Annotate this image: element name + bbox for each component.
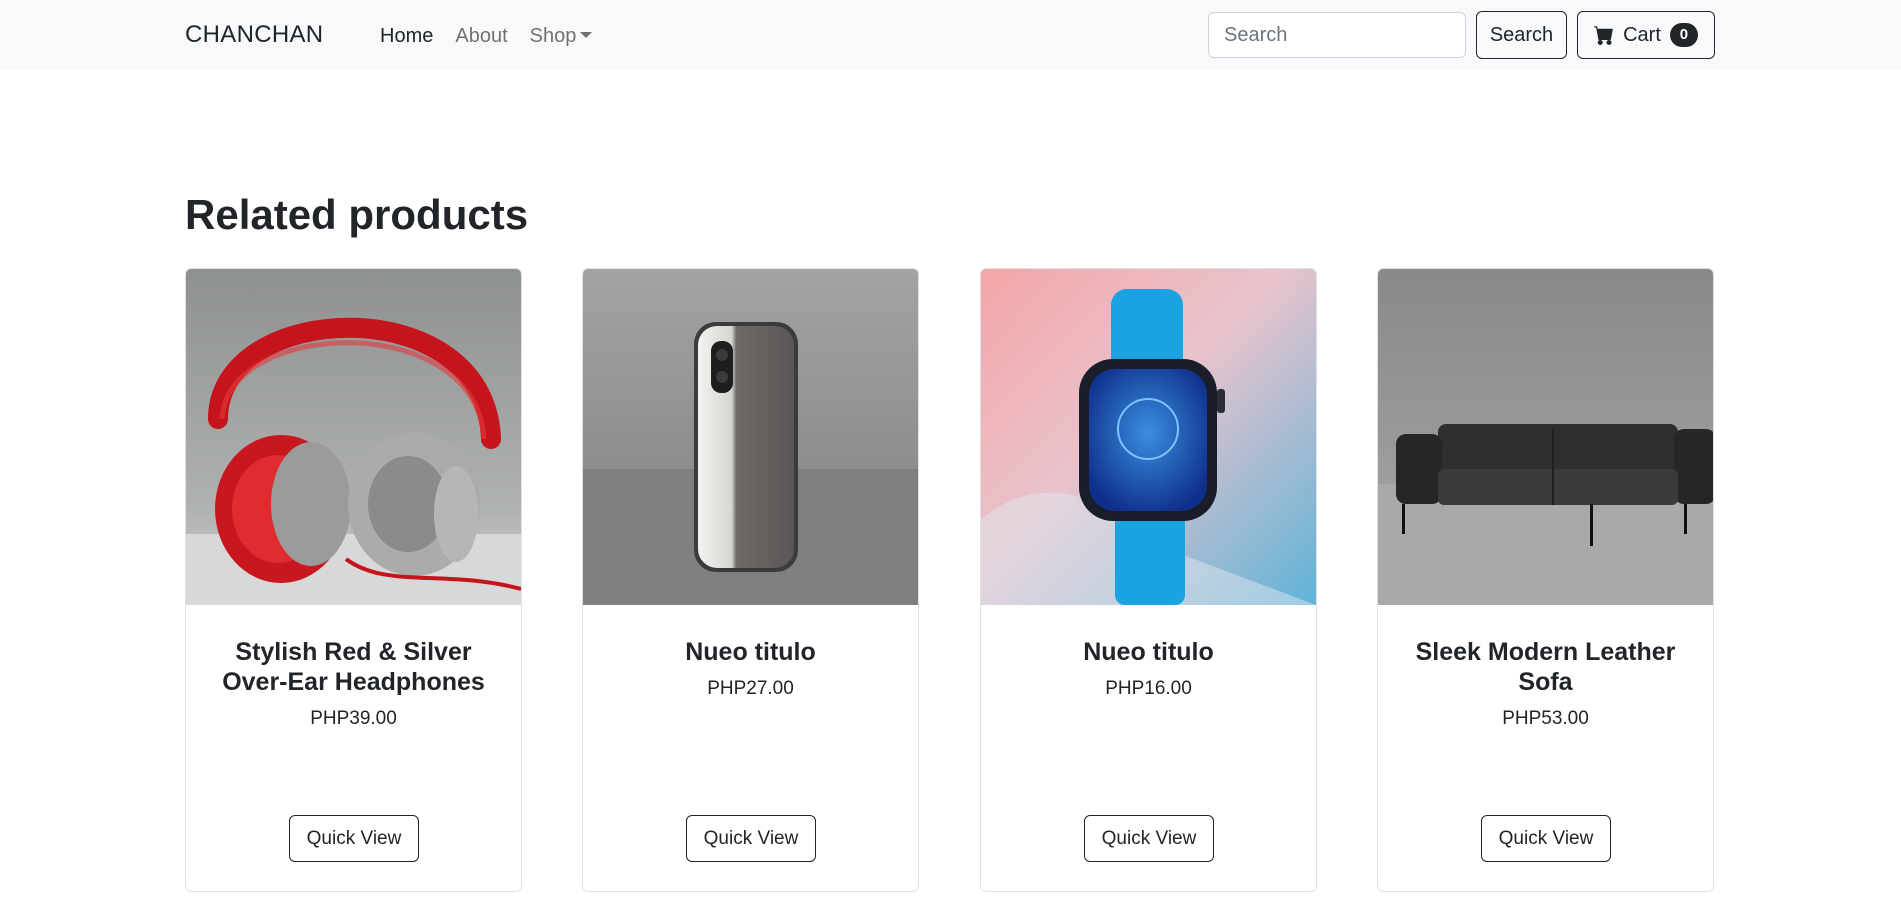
product-image-headphones[interactable] <box>186 269 521 605</box>
product-price: PHP53.00 <box>1502 708 1589 729</box>
nav-home[interactable]: Home <box>380 22 433 50</box>
quick-view-button[interactable]: Quick View <box>289 815 419 862</box>
product-title[interactable]: Nueo titulo <box>1001 637 1296 667</box>
product-price: PHP27.00 <box>707 678 794 699</box>
product-image-sofa[interactable] <box>1378 269 1713 605</box>
quick-view-button[interactable]: Quick View <box>686 815 816 862</box>
nav-about[interactable]: About <box>455 22 507 50</box>
quick-view-button[interactable]: Quick View <box>1084 815 1214 862</box>
product-card: Sleek Modern Leather Sofa PHP53.00 Quick… <box>1377 268 1714 892</box>
product-card: Nueo titulo PHP16.00 Quick View <box>980 268 1317 892</box>
brand-logo[interactable]: CHANCHAN <box>185 20 323 50</box>
card-body: Sleek Modern Leather Sofa PHP53.00 <box>1378 605 1713 731</box>
product-price: PHP39.00 <box>310 708 397 729</box>
nav-shop-label: Shop <box>529 25 577 47</box>
card-body: Nueo titulo PHP16.00 <box>981 605 1316 701</box>
product-image-smartwatch[interactable] <box>981 269 1316 605</box>
cart-icon <box>1594 26 1613 45</box>
cart-label: Cart <box>1623 23 1661 46</box>
card-body: Stylish Red & Silver Over-Ear Headphones… <box>186 605 521 731</box>
search-button[interactable]: Search <box>1476 11 1567 59</box>
product-image-phone[interactable] <box>583 269 918 605</box>
nav-shop-dropdown[interactable]: Shop <box>530 22 593 50</box>
card-body: Nueo titulo PHP27.00 <box>583 605 918 701</box>
caret-down-icon <box>580 32 593 38</box>
product-title[interactable]: Stylish Red & Silver Over-Ear Headphones <box>206 637 501 697</box>
product-price: PHP16.00 <box>1105 678 1192 699</box>
search-input[interactable] <box>1208 12 1466 58</box>
cart-button[interactable]: Cart 0 <box>1577 11 1715 59</box>
product-card: Stylish Red & Silver Over-Ear Headphones… <box>185 268 522 892</box>
product-card: Nueo titulo PHP27.00 Quick View <box>582 268 919 892</box>
product-title[interactable]: Sleek Modern Leather Sofa <box>1398 637 1693 697</box>
section-title: Related products <box>185 191 529 238</box>
nav-links: Home About Shop <box>380 22 593 50</box>
navbar: CHANCHAN Home About Shop Search Cart 0 <box>0 0 1901 70</box>
quick-view-button[interactable]: Quick View <box>1481 815 1611 862</box>
product-title[interactable]: Nueo titulo <box>603 637 898 667</box>
cart-count-badge: 0 <box>1669 23 1698 47</box>
